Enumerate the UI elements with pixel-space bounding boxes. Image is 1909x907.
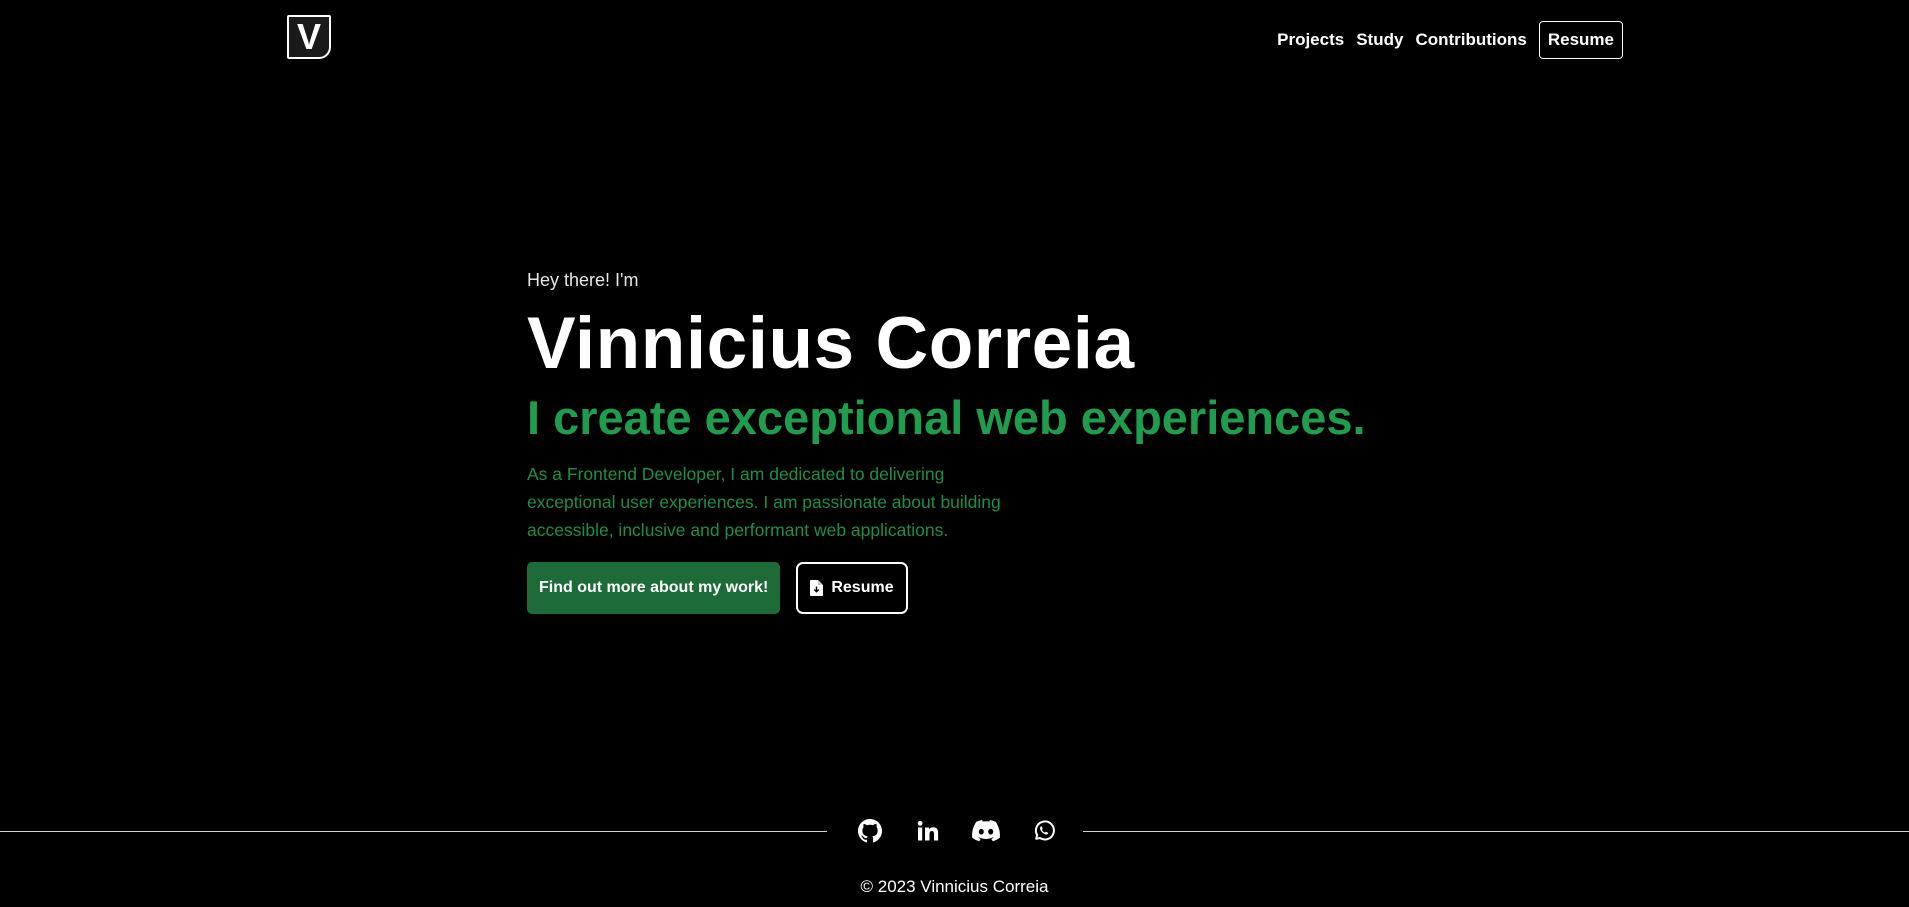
nav-projects[interactable]: Projects	[1277, 30, 1344, 50]
hero-tagline: I create exceptional web experiences.	[527, 391, 1366, 444]
nav-resume-button[interactable]: Resume	[1538, 21, 1623, 59]
hero-description: As a Frontend Developer, I am dedicated …	[527, 463, 1001, 540]
resume-button[interactable]: Resume	[796, 561, 908, 614]
linkedin-icon[interactable]	[914, 817, 942, 845]
logo-letter: V	[296, 16, 321, 57]
nav-study[interactable]: Study	[1356, 30, 1403, 50]
page: V Projects Study Contributions Resume He…	[0, 0, 1909, 907]
whatsapp-icon[interactable]	[1030, 817, 1058, 845]
file-download-icon	[810, 579, 824, 596]
nav-contributions[interactable]: Contributions	[1415, 30, 1526, 50]
hero-actions: Find out more about my work! Resume	[527, 561, 1366, 614]
hero-greeting: Hey there! I'm	[527, 270, 639, 290]
divider-left	[0, 831, 827, 832]
social-links	[0, 816, 1909, 846]
main-nav: Projects Study Contributions Resume	[1277, 21, 1623, 59]
resume-button-label: Resume	[831, 578, 894, 596]
divider-right	[1083, 831, 1909, 832]
github-icon[interactable]	[856, 817, 884, 845]
hero-section: Hey there! I'm Vinnicius Correia I creat…	[527, 270, 1366, 614]
copyright-text: © 2023 Vinnicius Correia	[860, 877, 1049, 896]
find-out-more-button[interactable]: Find out more about my work!	[527, 561, 781, 614]
logo[interactable]: V	[287, 15, 331, 59]
social-icons	[856, 816, 1058, 846]
discord-icon[interactable]	[972, 817, 1000, 845]
hero-name: Vinnicius Correia	[527, 303, 1135, 384]
